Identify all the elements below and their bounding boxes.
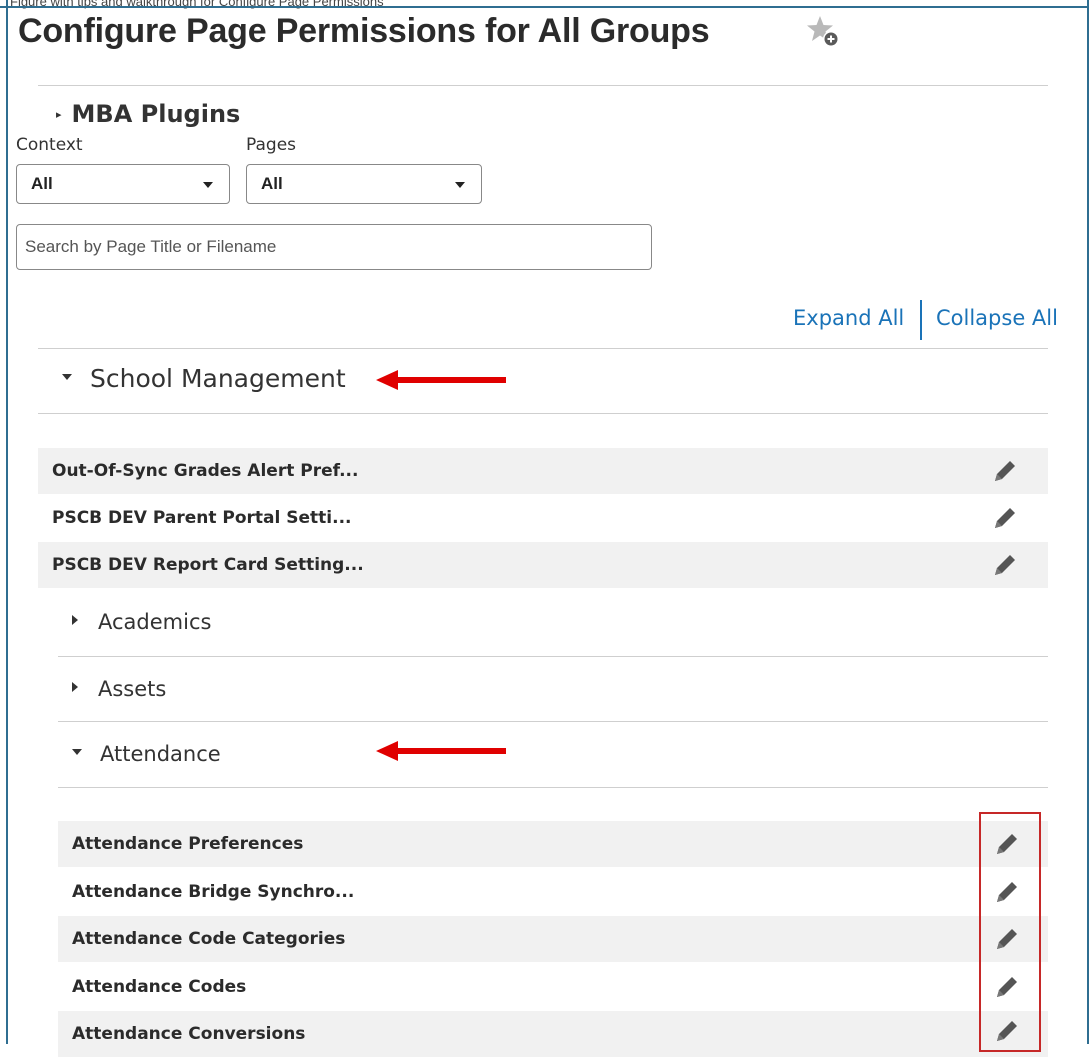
page-row-label: Out-Of-Sync Grades Alert Pref... [52,461,359,481]
search-input[interactable] [16,224,652,270]
context-select-value: All [31,174,53,193]
caret-right-icon [72,682,78,692]
pencil-icon[interactable] [992,552,1018,578]
section-attendance[interactable]: Attendance [72,742,221,766]
section-title: School Management [90,364,346,393]
page-row[interactable]: Attendance Conversions [58,1011,1048,1057]
page-row[interactable]: Out-Of-Sync Grades Alert Pref... [38,448,1048,494]
context-select[interactable]: All [16,164,230,204]
page-row-label: Attendance Preferences [72,834,304,854]
section-school-management[interactable]: School Management [62,364,346,393]
link-separator [920,300,922,340]
red-highlight-box [979,812,1041,1052]
star-add-icon[interactable] [806,14,842,50]
caret-right-icon: ▸ [56,108,62,121]
red-arrow-annotation [376,370,506,390]
page-row[interactable]: Attendance Code Categories [58,916,1048,962]
collapse-all-link[interactable]: Collapse All [936,306,1058,330]
expand-all-link[interactable]: Expand All [793,306,904,330]
plugins-toggle[interactable]: ▸ MBA Plugins [40,100,240,128]
context-label: Context [16,135,83,155]
caret-down-icon [62,374,72,380]
divider [58,721,1048,722]
pages-label: Pages [246,135,297,155]
divider [58,787,1048,788]
chevron-down-icon [455,182,465,188]
divider [38,413,1048,414]
pencil-icon[interactable] [992,458,1018,484]
frame-top-border [0,6,1089,8]
caret-right-icon [72,615,78,625]
page-row-label: PSCB DEV Report Card Setting... [52,555,364,575]
divider [58,656,1048,657]
page-title: Configure Page Permissions for All Group… [18,12,710,50]
pages-select-value: All [261,174,283,193]
pages-select[interactable]: All [246,164,482,204]
divider [38,85,1048,86]
caret-down-icon [72,749,82,755]
page-row[interactable]: PSCB DEV Parent Portal Setti... [38,495,1048,541]
page-row-label: Attendance Conversions [72,1024,306,1044]
page-row[interactable]: Attendance Codes [58,964,1048,1010]
page-row[interactable]: Attendance Bridge Synchro... [58,869,1048,915]
chevron-down-icon [203,182,213,188]
page-row-label: Attendance Bridge Synchro... [72,882,355,902]
section-academics[interactable]: Academics [72,610,211,634]
frame-left-border [6,0,8,1044]
page-row-label: PSCB DEV Parent Portal Setti... [52,508,352,528]
divider [38,348,1048,349]
page-row-label: Attendance Codes [72,977,247,997]
pencil-icon[interactable] [992,505,1018,531]
section-title: Attendance [100,742,221,766]
page-row-label: Attendance Code Categories [72,929,346,949]
page-row[interactable]: Attendance Preferences [58,821,1048,867]
section-title: Assets [98,677,167,701]
page-row[interactable]: PSCB DEV Report Card Setting... [38,542,1048,588]
plugins-label: MBA Plugins [71,100,241,128]
section-assets[interactable]: Assets [72,677,166,701]
red-arrow-annotation [376,741,506,761]
section-title: Academics [98,610,212,634]
